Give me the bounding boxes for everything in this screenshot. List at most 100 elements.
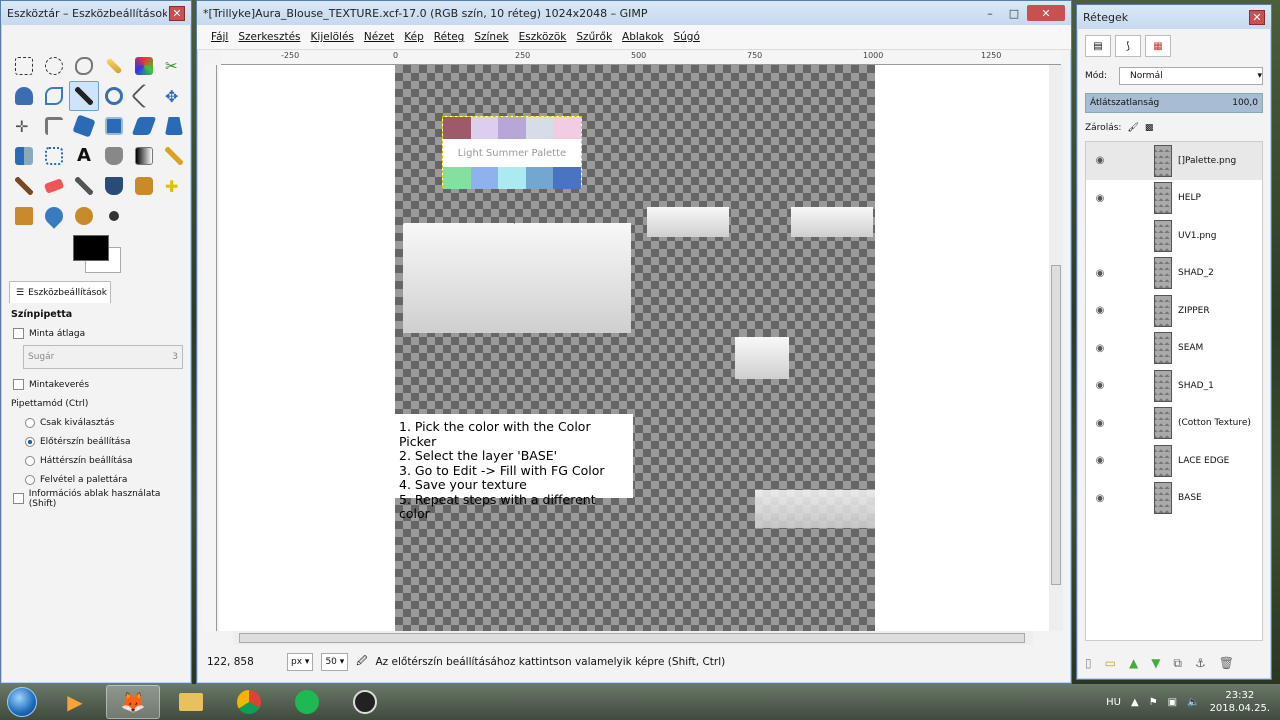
new-group-icon[interactable]: ▭	[1105, 656, 1116, 671]
horizontal-scroll-thumb[interactable]	[239, 633, 1025, 643]
mode-option-pick-only[interactable]: Csak kiválasztás	[7, 413, 187, 432]
language-indicator[interactable]: HU	[1106, 697, 1121, 708]
visibility-eye-icon[interactable]: ◉	[1086, 193, 1114, 204]
taskbar-explorer[interactable]	[164, 685, 218, 719]
smudge-tool[interactable]	[69, 201, 99, 231]
move-tool[interactable]: ✥	[159, 81, 189, 111]
menu-colors[interactable]: Színek	[474, 31, 508, 43]
visibility-eye-icon[interactable]: ◉	[1086, 380, 1114, 391]
menu-edit[interactable]: Szerkesztés	[238, 31, 300, 43]
tray-expand-icon[interactable]: ▲	[1131, 697, 1139, 708]
rotate-tool[interactable]	[69, 111, 99, 141]
sample-average-option[interactable]: Minta átlaga	[7, 324, 187, 343]
channels-tab[interactable]: ▦	[1145, 35, 1171, 57]
minimize-icon[interactable]: –	[979, 5, 1001, 21]
eraser-tool[interactable]	[39, 171, 69, 201]
blend-tool[interactable]	[129, 141, 159, 171]
mode-radio-add-palette[interactable]	[25, 474, 35, 485]
flip-tool[interactable]	[9, 141, 39, 171]
color-select-tool[interactable]	[129, 51, 159, 81]
mode-radio-pick-only[interactable]	[25, 417, 35, 428]
taskbar-chrome[interactable]	[222, 685, 276, 719]
horizontal-scrollbar[interactable]	[233, 631, 1033, 645]
text-tool[interactable]: A	[69, 141, 99, 171]
lock-alpha-icon[interactable]: ▩	[1145, 123, 1154, 133]
sample-merged-option[interactable]: Mintakeverés	[7, 375, 187, 394]
scissors-tool[interactable]: ✂	[159, 51, 189, 81]
close-icon[interactable]: ✕	[1027, 5, 1065, 21]
action-center-icon[interactable]: ⚑	[1149, 697, 1158, 708]
maximize-icon[interactable]: □	[1003, 5, 1025, 21]
volume-icon[interactable]: 🔈	[1187, 697, 1199, 708]
visibility-eye-icon[interactable]: ◉	[1086, 418, 1114, 429]
visibility-eye-icon[interactable]: ◉	[1086, 493, 1114, 504]
visibility-eye-icon[interactable]: ◉	[1086, 155, 1114, 166]
lasso-tool[interactable]	[69, 51, 99, 81]
perspective-tool[interactable]	[159, 111, 189, 141]
zoom-select[interactable]: 50 ▾	[321, 653, 349, 671]
bucket-fill-tool[interactable]	[99, 141, 129, 171]
info-window-checkbox[interactable]	[13, 493, 24, 504]
palette-swatch-image[interactable]: Light Summer Palette	[442, 116, 582, 189]
sample-average-checkbox[interactable]	[13, 328, 24, 339]
menu-help[interactable]: Súgó	[673, 31, 699, 43]
menu-view[interactable]: Nézet	[364, 31, 394, 43]
airbrush-tool[interactable]	[69, 171, 99, 201]
lock-pixels-icon[interactable]: 🖌	[1127, 123, 1138, 133]
layer-row[interactable]: ◉ LACE EDGE	[1086, 442, 1262, 480]
visibility-eye-icon[interactable]: ◉	[1086, 343, 1114, 354]
dodge-burn-tool[interactable]	[99, 201, 129, 231]
layer-row[interactable]: ◉ HELP	[1086, 180, 1262, 218]
new-layer-icon[interactable]: ▯	[1085, 656, 1092, 671]
zoom-tool[interactable]	[99, 81, 129, 111]
delete-layer-icon[interactable]: 🗑	[1219, 656, 1234, 671]
clock[interactable]: 23:32 2018.04.25.	[1210, 689, 1270, 715]
pencil-tool[interactable]	[159, 141, 189, 171]
radius-field[interactable]: Sugár 3	[23, 345, 183, 369]
fuzzy-select-tool[interactable]	[99, 51, 129, 81]
blur-tool[interactable]	[39, 201, 69, 231]
clone-tool[interactable]	[129, 171, 159, 201]
heal-tool[interactable]: ✚	[159, 171, 189, 201]
info-window-option[interactable]: Információs ablak használata (Shift)	[7, 489, 187, 509]
shear-tool[interactable]	[129, 111, 159, 141]
visibility-eye-icon[interactable]: ◉	[1086, 268, 1114, 279]
measure-tool[interactable]	[129, 81, 159, 111]
duplicate-layer-icon[interactable]: ⧉	[1173, 656, 1182, 671]
menu-layer[interactable]: Réteg	[434, 31, 465, 43]
layer-row[interactable]: ◉ (Cotton Texture)	[1086, 405, 1262, 443]
menu-windows[interactable]: Ablakok	[622, 31, 663, 43]
perspective-clone-tool[interactable]	[9, 201, 39, 231]
vertical-scroll-thumb[interactable]	[1051, 265, 1061, 585]
layers-tab[interactable]: ▤	[1085, 35, 1111, 57]
taskbar-obs[interactable]	[338, 685, 392, 719]
image-titlebar[interactable]: *[Trillyke]Aura_Blouse_TEXTURE.xcf-17.0 …	[197, 1, 1071, 25]
menu-select[interactable]: Kijelölés	[311, 31, 354, 43]
mode-radio-set-bg[interactable]	[25, 455, 35, 466]
paths-tool[interactable]	[39, 81, 69, 111]
raise-layer-icon[interactable]: ▲	[1129, 656, 1138, 671]
foreground-select-tool[interactable]	[9, 81, 39, 111]
layers-titlebar[interactable]: Rétegek ✕	[1077, 5, 1271, 29]
close-icon[interactable]: ✕	[1249, 9, 1265, 25]
scale-tool[interactable]	[99, 111, 129, 141]
mode-radio-set-fg[interactable]	[25, 436, 35, 447]
crop-tool[interactable]	[39, 111, 69, 141]
visibility-eye-icon[interactable]: ◉	[1086, 455, 1114, 466]
mode-option-add-palette[interactable]: Felvétel a palettára	[7, 470, 187, 489]
menu-file[interactable]: Fájl	[211, 31, 228, 43]
ellipse-select-tool[interactable]	[39, 51, 69, 81]
vertical-scrollbar[interactable]	[1049, 65, 1063, 631]
start-button[interactable]	[0, 684, 44, 720]
cage-tool[interactable]	[39, 141, 69, 171]
lower-layer-icon[interactable]: ▼	[1151, 656, 1160, 671]
layer-row[interactable]: ◉ ZIPPER	[1086, 292, 1262, 330]
visibility-eye-icon[interactable]: ◉	[1086, 305, 1114, 316]
taskbar-gimp[interactable]: 🦊	[106, 685, 160, 719]
rect-select-tool[interactable]	[9, 51, 39, 81]
color-picker-tool[interactable]	[69, 81, 99, 111]
taskbar-media-player[interactable]: ▶	[48, 685, 102, 719]
canvas-area[interactable]: Light Summer Palette 1. Pick the color w…	[219, 65, 1049, 631]
layer-row[interactable]: ◉ BASE	[1086, 480, 1262, 518]
paintbrush-tool[interactable]	[9, 171, 39, 201]
